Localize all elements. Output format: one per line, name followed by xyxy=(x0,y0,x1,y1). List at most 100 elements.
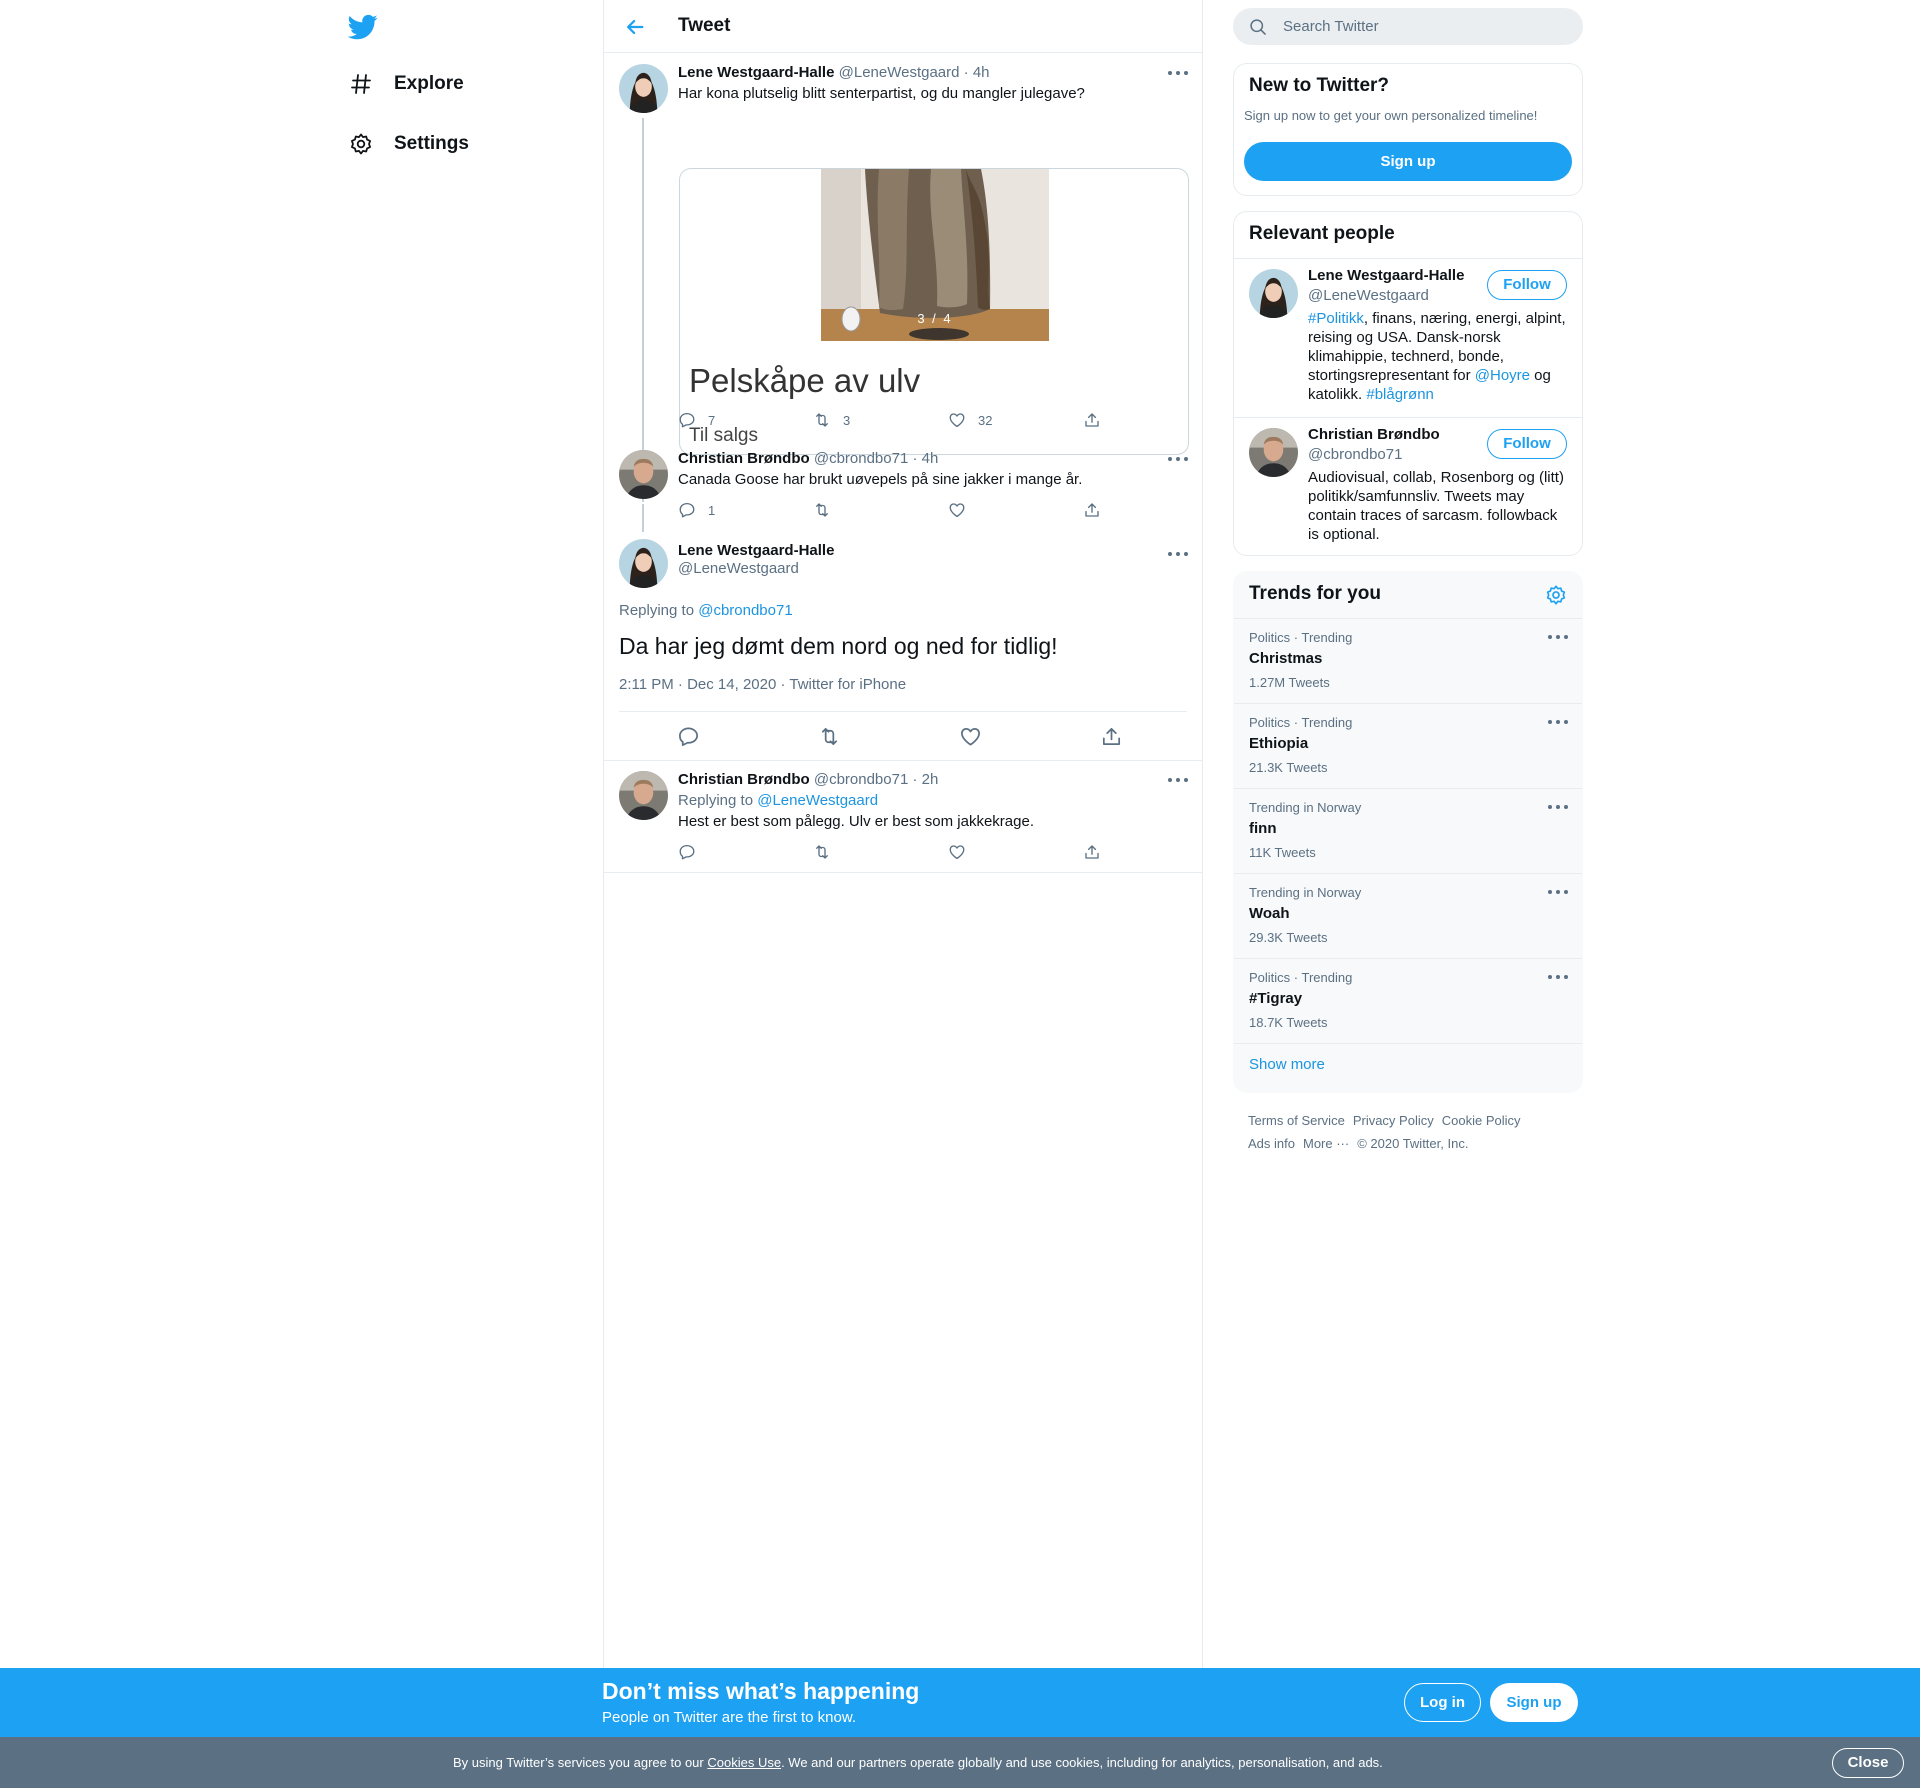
person-name[interactable]: Lene Westgaard-Halle xyxy=(1308,267,1464,284)
tweet[interactable]: Christian Brøndbo @cbrondbo71 · 4h Canad… xyxy=(604,438,1202,532)
like-button[interactable] xyxy=(948,843,966,861)
share-button[interactable] xyxy=(1100,725,1123,748)
footer-links: Terms of Service Privacy Policy Cookie Pol… xyxy=(1248,1109,1578,1155)
thread-line xyxy=(642,504,644,532)
person-handle[interactable]: @cbrondbo71 xyxy=(1308,446,1402,463)
author-name[interactable]: Christian Brøndbo xyxy=(678,450,810,467)
search-input[interactable] xyxy=(1283,8,1563,45)
twitter-logo-icon[interactable] xyxy=(347,12,378,42)
new-to-twitter-panel: New to Twitter? Sign up now to get your … xyxy=(1233,63,1583,196)
trend-item[interactable]: Trending in Norway finn 11K Tweets xyxy=(1234,788,1582,873)
footer-link-terms[interactable]: Terms of Service xyxy=(1248,1113,1345,1128)
author-handle[interactable]: @LeneWestgaard xyxy=(839,64,960,81)
more-options-icon[interactable] xyxy=(1168,68,1188,78)
tweet-text: Har kona plutselig blitt senterpartist, … xyxy=(678,85,1085,102)
more-options-icon[interactable] xyxy=(1548,972,1568,982)
tweet-time[interactable]: · 4h xyxy=(912,450,938,467)
like-button[interactable] xyxy=(948,501,966,519)
panel-title: Relevant people xyxy=(1249,223,1395,244)
back-arrow-icon[interactable] xyxy=(620,12,650,42)
person-card[interactable]: Lene Westgaard-Halle @LeneWestgaard Foll… xyxy=(1234,259,1582,417)
footer-link-more[interactable]: More ··· xyxy=(1303,1136,1349,1151)
search-icon xyxy=(1248,17,1268,37)
replying-prefix: Replying to xyxy=(619,602,699,619)
trend-item[interactable]: Politics · Trending #Tigray 18.7K Tweets xyxy=(1234,958,1582,1043)
nav-item-explore[interactable]: Explore xyxy=(348,59,464,109)
more-options-icon[interactable] xyxy=(1168,549,1188,559)
reply-button[interactable] xyxy=(677,725,700,748)
author-handle[interactable]: @cbrondbo71 xyxy=(814,450,908,467)
mention-link[interactable]: @Hoyre xyxy=(1475,367,1530,384)
person-handle[interactable]: @LeneWestgaard xyxy=(1308,287,1429,304)
hashtag-link[interactable]: #blågrønn xyxy=(1366,386,1434,403)
like-button[interactable] xyxy=(959,725,982,748)
focal-tweet-meta[interactable]: 2:11 PM · Dec 14, 2020 · Twitter for iPh… xyxy=(619,676,906,693)
tweet-time[interactable]: · 2h xyxy=(912,771,938,788)
avatar[interactable] xyxy=(619,64,668,113)
card-title: Pelskåpe av ulv xyxy=(689,362,921,399)
share-button[interactable] xyxy=(1083,501,1101,519)
signup-button[interactable]: Sign up xyxy=(1490,1683,1578,1722)
avatar[interactable] xyxy=(619,539,668,588)
share-button[interactable] xyxy=(1083,411,1101,429)
avatar[interactable] xyxy=(619,450,668,499)
tweet[interactable]: Lene Westgaard-Halle @LeneWestgaard · 4h… xyxy=(604,54,1202,502)
reply-button[interactable] xyxy=(678,843,696,861)
cookies-use-link[interactable]: Cookies Use xyxy=(707,1755,781,1770)
more-options-icon[interactable] xyxy=(1168,454,1188,464)
author-name[interactable]: Lene Westgaard-Halle xyxy=(678,64,834,81)
cookie-text-start: By using Twitter’s services you agree to… xyxy=(453,1755,708,1770)
footer-link-cookies[interactable]: Cookie Policy xyxy=(1442,1113,1521,1128)
gear-icon[interactable] xyxy=(1545,584,1567,606)
sidebar-signup-button[interactable]: Sign up xyxy=(1244,142,1572,181)
trend-name: Woah xyxy=(1249,905,1290,922)
author-handle[interactable]: @LeneWestgaard xyxy=(678,560,1188,577)
footer-link-privacy[interactable]: Privacy Policy xyxy=(1353,1113,1434,1128)
author-handle[interactable]: @cbrondbo71 xyxy=(814,771,908,788)
follow-button[interactable]: Follow xyxy=(1487,429,1567,459)
avatar[interactable] xyxy=(1249,269,1298,318)
nav-item-settings[interactable]: Settings xyxy=(348,119,469,169)
retweet-button[interactable]: 3 xyxy=(813,411,850,429)
replying-prefix: Replying to xyxy=(678,792,758,809)
trend-item[interactable]: Politics · Trending Ethiopia 21.3K Tweet… xyxy=(1234,703,1582,788)
trend-item[interactable]: Politics · Trending Christmas 1.27M Twee… xyxy=(1234,618,1582,703)
tweet[interactable]: Christian Brøndbo @cbrondbo71 · 2h Reply… xyxy=(604,761,1202,873)
show-more-link[interactable]: Show more xyxy=(1249,1056,1325,1073)
heart-icon xyxy=(961,727,980,746)
hashtag-link[interactable]: #Politikk xyxy=(1308,310,1364,327)
more-options-icon[interactable] xyxy=(1548,802,1568,812)
panel-title: Trends for you xyxy=(1249,583,1381,604)
search-bar[interactable] xyxy=(1233,8,1583,45)
author-name[interactable]: Christian Brøndbo xyxy=(678,771,810,788)
more-options-icon[interactable] xyxy=(1548,632,1568,642)
avatar[interactable] xyxy=(1249,428,1298,477)
close-button[interactable]: Close xyxy=(1832,1748,1904,1778)
like-button[interactable]: 32 xyxy=(948,411,992,429)
tweet-actions: 7 3 32 xyxy=(678,411,1101,431)
heart-icon xyxy=(949,413,965,428)
tweet-time[interactable]: · 4h xyxy=(964,64,990,81)
avatar[interactable] xyxy=(619,771,668,820)
person-card[interactable]: Christian Brøndbo @cbrondbo71 Follow Aud… xyxy=(1234,418,1582,555)
retweet-button[interactable] xyxy=(813,843,831,861)
share-button[interactable] xyxy=(1083,843,1101,861)
login-button[interactable]: Log in xyxy=(1404,1683,1481,1722)
reply-icon xyxy=(679,412,695,428)
retweet-button[interactable] xyxy=(818,725,841,748)
footer-link-ads[interactable]: Ads info xyxy=(1248,1136,1295,1151)
retweet-button[interactable] xyxy=(813,501,831,519)
reply-button[interactable]: 1 xyxy=(678,501,715,519)
more-options-icon[interactable] xyxy=(1548,717,1568,727)
replying-to-link[interactable]: @LeneWestgaard xyxy=(757,792,878,809)
reply-button[interactable]: 7 xyxy=(678,411,715,429)
share-icon xyxy=(1085,503,1099,517)
more-options-icon[interactable] xyxy=(1548,887,1568,897)
trend-item[interactable]: Trending in Norway Woah 29.3K Tweets xyxy=(1234,873,1582,958)
replying-to-link[interactable]: @cbrondbo71 xyxy=(698,602,792,619)
person-bio: #Politikk, finans, næring, energi, alpin… xyxy=(1308,309,1570,404)
person-name[interactable]: Christian Brøndbo xyxy=(1308,426,1440,443)
more-options-icon[interactable] xyxy=(1168,775,1188,785)
author-name[interactable]: Lene Westgaard-Halle xyxy=(678,542,1188,559)
follow-button[interactable]: Follow xyxy=(1487,270,1567,300)
